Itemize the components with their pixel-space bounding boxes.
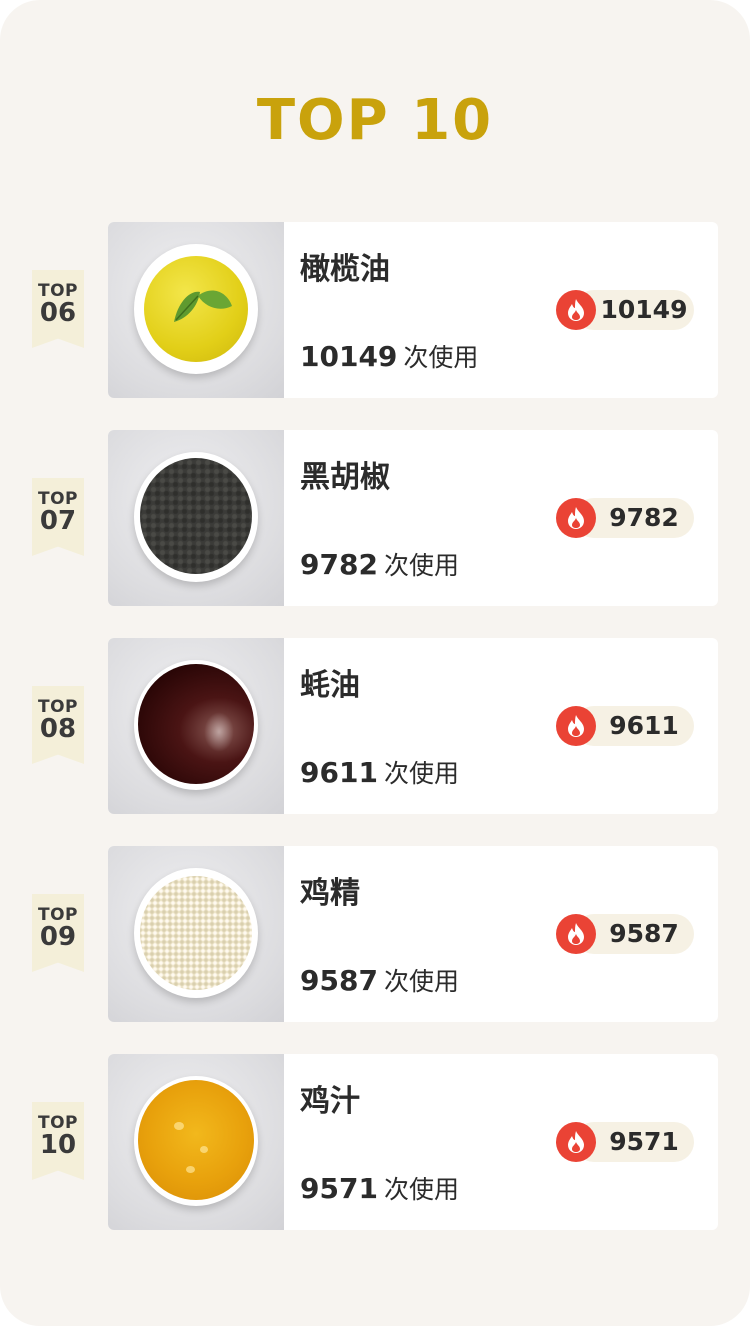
usage-count: 9587 次使用 (300, 962, 459, 998)
chicken-essence-fill (140, 876, 252, 990)
page-title: TOP 10 (256, 88, 494, 153)
bowl-shape (134, 452, 258, 582)
ingredient-name: 蚝油 (300, 668, 360, 703)
ingredient-card[interactable]: 鸡精 9587 9587 次使用 (108, 846, 718, 1022)
heat-indicator: 9571 (556, 1122, 694, 1162)
fat-droplet (174, 1122, 184, 1130)
heat-value: 10149 (600, 295, 688, 324)
heat-indicator: 9611 (556, 706, 694, 746)
rank-badge: TOP 06 (32, 270, 84, 348)
usage-suffix: 次使用 (383, 1175, 459, 1204)
usage-count: 10149 次使用 (300, 338, 478, 374)
basil-leaf-icon (174, 290, 232, 322)
heat-indicator: 9782 (556, 498, 694, 538)
ingredient-name: 鸡汁 (300, 1084, 360, 1119)
ingredient-card[interactable]: 蚝油 9611 9611 次使用 (108, 638, 718, 814)
rank-number: 09 (39, 922, 77, 952)
heat-value: 9571 (609, 1127, 679, 1156)
rank-badge: TOP 08 (32, 686, 84, 764)
ingredient-name: 黑胡椒 (300, 460, 390, 495)
ingredient-name: 鸡精 (300, 876, 360, 911)
rank-number: 08 (39, 714, 77, 744)
bowl-shape (134, 868, 258, 998)
ingredient-card[interactable]: 鸡汁 9571 9571 次使用 (108, 1054, 718, 1230)
fat-droplet (200, 1146, 208, 1153)
ingredient-card[interactable]: 橄榄油 10149 10149 次使用 (108, 222, 718, 398)
usage-count: 9571 次使用 (300, 1170, 459, 1206)
list-item[interactable]: TOP 08 蚝油 9611 9611 次使用 (0, 638, 750, 814)
fire-icon (556, 290, 596, 330)
list-item[interactable]: TOP 06 橄榄油 10149 10149 次使用 (0, 222, 750, 398)
olive-oil-image (108, 222, 284, 398)
rank-label: TOP (37, 1113, 78, 1133)
chicken-juice-fill (138, 1080, 254, 1200)
heat-value: 9587 (609, 919, 679, 948)
ingredient-name: 橄榄油 (300, 252, 390, 287)
rank-number: 07 (39, 506, 77, 536)
ingredient-card[interactable]: 黑胡椒 9782 9782 次使用 (108, 430, 718, 606)
rank-number: 10 (39, 1130, 77, 1160)
bowl-shape (134, 244, 258, 374)
list-item[interactable]: TOP 09 鸡精 9587 9587 次使用 (0, 846, 750, 1022)
sauce-highlight (204, 712, 234, 752)
bowl-shape (134, 1076, 258, 1206)
rank-badge: TOP 09 (32, 894, 84, 972)
list-item[interactable]: TOP 10 鸡汁 9571 9571 次使用 (0, 1054, 750, 1230)
list-item[interactable]: TOP 07 黑胡椒 9782 9782 次使用 (0, 430, 750, 606)
fire-icon (556, 914, 596, 954)
usage-suffix: 次使用 (403, 343, 479, 372)
fat-droplet (186, 1166, 195, 1173)
usage-number: 10149 (300, 340, 398, 373)
rank-badge: TOP 10 (32, 1102, 84, 1180)
rank-label: TOP (37, 905, 78, 925)
rank-badge: TOP 07 (32, 478, 84, 556)
heat-value: 9782 (609, 503, 679, 532)
rank-number: 06 (39, 298, 77, 328)
oyster-sauce-fill (138, 664, 254, 784)
ranking-list: TOP 06 橄榄油 10149 10149 次使用 TOP 07 黑胡椒 97… (0, 222, 750, 1262)
usage-suffix: 次使用 (383, 551, 459, 580)
usage-suffix: 次使用 (383, 759, 459, 788)
heat-value: 9611 (609, 711, 679, 740)
usage-count: 9611 次使用 (300, 754, 459, 790)
fire-icon (556, 706, 596, 746)
fire-icon (556, 1122, 596, 1162)
usage-number: 9571 (300, 1172, 378, 1205)
usage-number: 9782 (300, 548, 378, 581)
rank-label: TOP (37, 697, 78, 717)
fire-icon (556, 498, 596, 538)
rank-label: TOP (37, 489, 78, 509)
usage-count: 9782 次使用 (300, 546, 459, 582)
heat-indicator: 10149 (556, 290, 694, 330)
heat-indicator: 9587 (556, 914, 694, 954)
chicken-essence-image (108, 846, 284, 1022)
chicken-juice-image (108, 1054, 284, 1230)
black-pepper-fill (140, 458, 252, 574)
oyster-sauce-image (108, 638, 284, 814)
usage-suffix: 次使用 (383, 967, 459, 996)
black-pepper-image (108, 430, 284, 606)
usage-number: 9587 (300, 964, 378, 997)
bowl-shape (134, 660, 258, 790)
usage-number: 9611 (300, 756, 378, 789)
rank-label: TOP (37, 281, 78, 301)
ranking-panel: TOP 10 TOP 06 橄榄油 10149 10149 次使用 TOP 07… (0, 0, 750, 1326)
